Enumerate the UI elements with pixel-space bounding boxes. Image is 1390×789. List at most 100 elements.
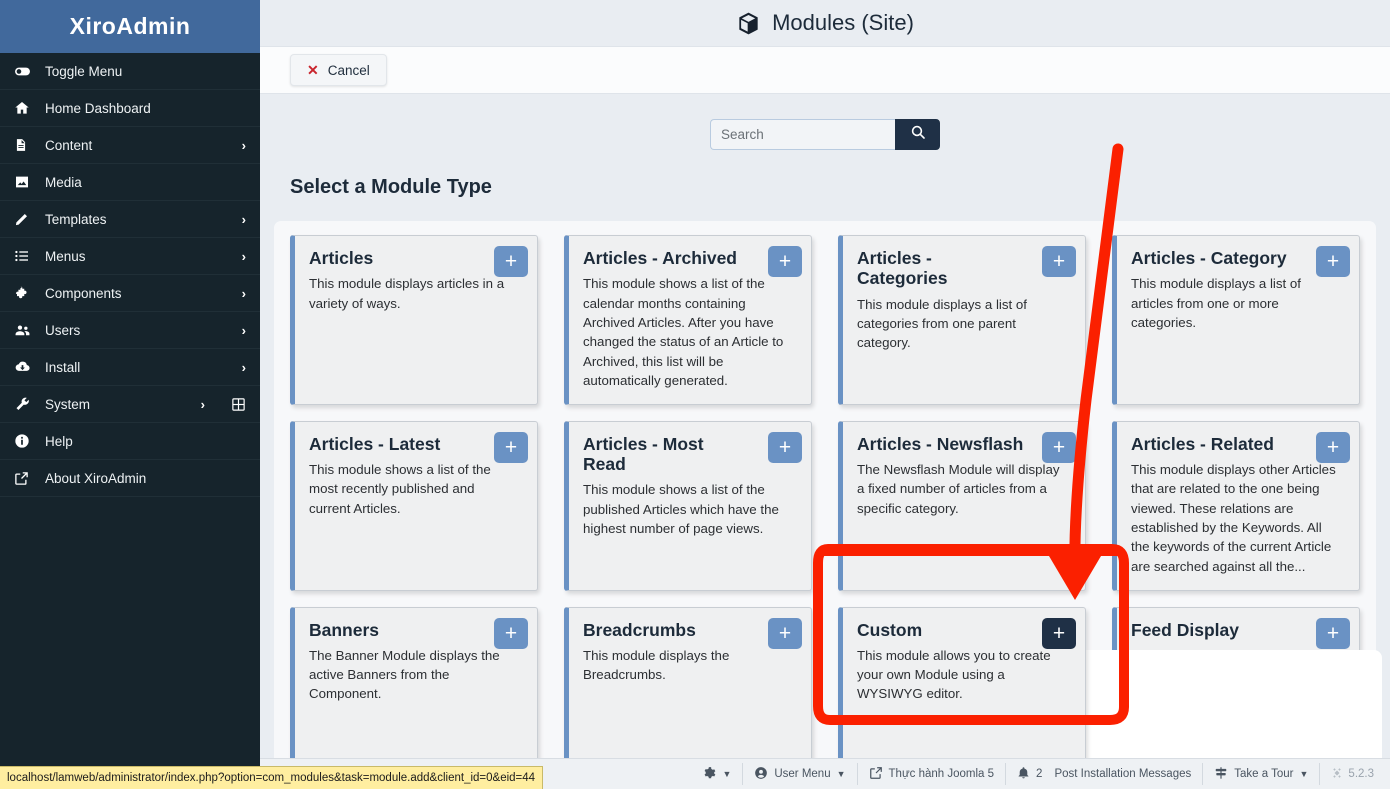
sidebar-item-label: Home Dashboard (45, 100, 151, 116)
chevron-right-icon[interactable]: › (242, 361, 246, 374)
sidebar-item-templates[interactable]: Templates › (0, 201, 260, 238)
chevron-right-icon[interactable]: › (201, 398, 205, 411)
chevron-down-icon: ▼ (722, 769, 732, 779)
page-section-title: Select a Module Type (290, 176, 492, 199)
module-card-title: Articles - Category (1131, 248, 1287, 269)
sidebar-item-label: Toggle Menu (45, 63, 123, 79)
sidebar-item-label: System (45, 396, 91, 412)
toggle-icon (14, 63, 36, 79)
status-user-menu[interactable]: User Menu ▼ (743, 763, 858, 785)
sidebar-item-components[interactable]: Components › (0, 275, 260, 312)
image-icon (14, 174, 36, 190)
chevron-right-icon[interactable]: › (242, 324, 246, 337)
plus-icon[interactable]: + (494, 246, 528, 278)
sidebar-item-label: About XiroAdmin (45, 470, 147, 486)
page-header: Modules (Site) (260, 0, 1390, 48)
module-type-card[interactable]: Articles - Related This module displays o… (1112, 421, 1360, 591)
module-type-card[interactable]: Articles - Category This module displays … (1112, 235, 1360, 406)
module-type-card[interactable]: Articles - Latest This module shows a lis… (290, 421, 538, 591)
plus-icon[interactable]: + (1042, 617, 1076, 649)
module-type-card[interactable]: Banners The Banner Module displays the ac… (290, 606, 538, 767)
app-root: XiroAdmin Toggle Menu Home Dashboard Conte… (0, 0, 1390, 789)
module-card-description: The Newsflash Module will display a fixe… (857, 462, 1060, 516)
module-type-card[interactable]: Articles This module displays articles in… (290, 235, 538, 406)
chevron-down-icon: ▼ (1299, 769, 1309, 779)
sidebar-item-users[interactable]: Users › (0, 312, 260, 349)
cloud-download-icon (14, 359, 36, 375)
plus-icon[interactable]: + (1316, 246, 1350, 278)
status-take-a-tour[interactable]: Take a Tour ▼ (1203, 763, 1321, 785)
main-area: Modules (Site) ✕ Cancel Search Select a … (260, 0, 1390, 789)
sidebar-item-label: Media (45, 174, 82, 190)
sidebar-item-toggle-menu[interactable]: Toggle Menu (0, 53, 260, 90)
status-url-text: localhost/lamweb/administrator/index.php… (7, 772, 536, 784)
signpost-icon (1214, 766, 1228, 783)
plus-icon[interactable]: + (1316, 432, 1350, 464)
cancel-button[interactable]: ✕ Cancel (290, 54, 387, 87)
module-type-card[interactable]: Custom This module allows you to create y… (838, 606, 1086, 767)
cancel-button-label: Cancel (327, 62, 370, 78)
module-type-card[interactable]: Articles - Most Read This module shows a … (564, 421, 812, 591)
module-card-title: Articles (309, 248, 374, 269)
sidebar-item-menus[interactable]: Menus › (0, 238, 260, 275)
module-type-card[interactable]: Articles - Newsflash The Newsflash Module… (838, 421, 1086, 591)
plus-icon[interactable]: + (1042, 246, 1076, 278)
module-card-title: Articles - Latest (309, 434, 441, 455)
module-card-description: This module allows you to create your ow… (857, 647, 1051, 702)
sidebar-item-about-xiroadmin[interactable]: About XiroAdmin (0, 460, 260, 497)
chevron-down-icon: ▼ (836, 769, 846, 779)
module-type-panel: Articles This module displays articles in… (274, 221, 1382, 789)
plus-icon[interactable]: + (1316, 617, 1350, 649)
module-card-description: This module shows a list of the publishe… (583, 482, 779, 536)
sidebar-item-media[interactable]: Media (0, 164, 260, 201)
pencil-icon (14, 211, 36, 227)
plus-icon[interactable]: + (494, 432, 528, 464)
module-card-description: This module displays a list of articles … (1131, 276, 1301, 330)
sidebar-nav: Toggle Menu Home Dashboard Content › Media Te… (0, 53, 260, 497)
chevron-right-icon[interactable]: › (242, 139, 246, 152)
search-button[interactable] (895, 119, 940, 151)
chevron-right-icon[interactable]: › (242, 213, 246, 226)
status-site-link-label: Thực hành Joomla 5 (888, 768, 995, 780)
module-type-card[interactable]: Articles - Categories This module display… (838, 235, 1086, 406)
plus-icon[interactable]: + (494, 617, 528, 649)
module-card-description: This module displays the Breadcrumbs. (583, 647, 730, 683)
plus-icon[interactable]: + (1042, 432, 1076, 464)
status-settings-button[interactable]: ▼ (691, 763, 744, 785)
content-area: Select a Module Type Articles This module… (260, 94, 1390, 789)
cube-icon (736, 11, 761, 36)
sidebar-item-label: Menus (45, 248, 86, 264)
chevron-right-icon[interactable]: › (242, 250, 246, 263)
chevron-right-icon[interactable]: › (242, 287, 246, 300)
module-type-card[interactable]: Breadcrumbs This module displays the Brea… (564, 606, 812, 767)
module-card-description: This module shows a list of the most rec… (309, 462, 491, 516)
module-card-title: Articles - Newsflash (857, 434, 1024, 455)
wrench-icon (14, 396, 36, 412)
grid-icon[interactable] (231, 397, 246, 412)
module-type-card[interactable]: Articles - Archived This module shows a l… (564, 235, 812, 406)
toolbar: ✕ Cancel (260, 47, 1390, 95)
notifications-label: Post Installation Messages (1054, 768, 1192, 780)
module-card-title: Articles - Most Read (583, 434, 704, 475)
module-card-title: Articles - Related (1131, 434, 1274, 455)
status-notifications[interactable]: 2 Post Installation Messages (1006, 763, 1204, 785)
sidebar-item-help[interactable]: Help (0, 423, 260, 460)
search-group (710, 119, 940, 151)
sidebar-item-install[interactable]: Install › (0, 349, 260, 386)
document-icon (14, 137, 36, 153)
search-input[interactable] (710, 119, 895, 151)
sidebar-item-label: Components (45, 285, 122, 301)
users-icon (14, 322, 36, 338)
plus-icon[interactable]: + (768, 432, 802, 464)
plus-icon[interactable]: + (768, 246, 802, 278)
plus-icon[interactable]: + (768, 617, 802, 649)
status-version: 5.2.3 (1320, 767, 1382, 782)
search-icon (910, 124, 926, 145)
sidebar-item-system[interactable]: System › (0, 386, 260, 423)
sidebar-item-home-dashboard[interactable]: Home Dashboard (0, 90, 260, 127)
status-site-link[interactable]: Thực hành Joomla 5 (858, 763, 1007, 785)
module-card-description: The Banner Module displays the active Ba… (309, 647, 500, 702)
module-card-description: This module displays articles in a varie… (309, 276, 505, 311)
module-card-title: Articles - Categories (857, 248, 948, 289)
sidebar-item-content[interactable]: Content › (0, 127, 260, 164)
